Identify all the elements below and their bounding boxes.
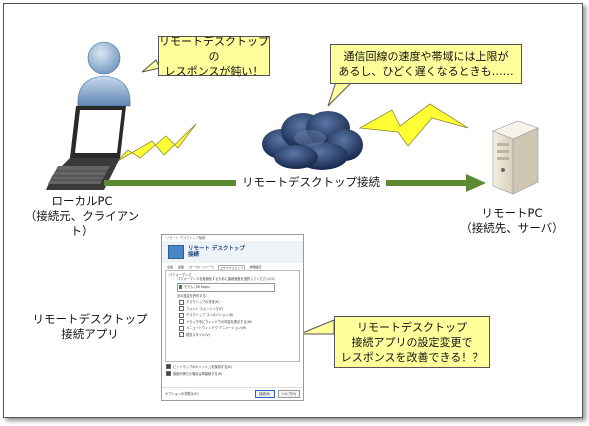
local-pc-role: （接続元、クライアント） [24,209,140,238]
app-label-line-2: 接続アプリ [61,327,119,341]
dialog-header-line-2: 接続 [188,252,200,258]
network-cloud-icon [262,111,363,170]
connection-label: リモートデスクトップ接続 [236,174,386,190]
local-response-callout: リモートデスクトップの レスポンスが鈍い！ [158,34,270,78]
remote-pc-role: （接続先、サーバ） [460,221,564,235]
allow-settings-label: 次の設定を許可する: [177,294,207,298]
connection-speed-select[interactable]: モデム (56 Kbps) [177,283,275,292]
app-callout-line-2: 接続アプリの設定変更で [351,335,473,349]
experience-option-label: メニューとウィンドウ アニメーション(M) [186,326,247,330]
experience-option-row[interactable]: デスクトップ コンポジション(D) [179,312,296,318]
monitor-icon [168,245,184,259]
network-limit-callout: 通信回線の速度や帯域には上限が あるし、ひどく遅くなるときも…… [330,44,522,84]
experience-option-label: デスクトップの背景(K) [186,300,220,304]
remote-pc-name: リモートPC [481,206,543,220]
speed-prompt: パフォーマンスを最適化するために接続速度を選択してください(O): [177,277,276,281]
app-label: リモートデスクトップ 接続アプリ [30,312,150,342]
experience-option-checkbox[interactable] [179,325,184,331]
experience-option-checkbox[interactable] [179,306,184,311]
experience-option-row[interactable]: メニューとウィンドウ アニメーション(M) [179,325,296,331]
tab-experience[interactable]: エクスペリエンス [217,265,246,270]
app-setting-callout: リモートデスクトップ 接続アプリの設定変更で レスポンスを改善できる！？ [334,316,490,368]
cache-option-row[interactable]: ビットマップのキャッシュを保持する(B) [166,364,303,369]
local-callout-line-2: レスポンスが鈍い！ [164,64,264,78]
experience-panel: パフォーマンス パフォーマンスを最適化するために接続速度を選択してください(O)… [165,270,300,362]
app-callout-line-1: リモートデスクトップ [357,320,467,334]
experience-option-checkbox[interactable] [179,332,184,337]
help-button[interactable]: ヘルプ(H) [277,390,300,398]
experience-option-label: フォント スムージング(F) [186,306,224,311]
experience-option-label: 視覚スタイル(V) [186,332,210,337]
lightning-bolt-left [115,123,197,163]
network-callout-line-2: あるし、ひどく遅くなるときも…… [338,65,514,78]
rdp-dialog-screenshot: リモート デスクトップ接続 リモート デスクトップ 接続 全般 画面 ローカル … [161,234,304,401]
tab-local-resources[interactable]: ローカル リソース [188,265,215,270]
hide-options-link[interactable]: オプションの非表示(O) [165,392,199,396]
cache-option-row[interactable]: 接続が落ちた場合は再接続する(R) [166,371,303,376]
cache-options: ビットマップのキャッシュを保持する(B) 接続が落ちた場合は再接続する(R) [162,364,303,376]
tab-display[interactable]: 画面 [177,265,185,270]
app-callout-line-3: レスポンスを改善できる！？ [340,350,484,364]
connect-button[interactable]: 接続(N) [255,390,275,398]
cache-option-label: ビットマップのキャッシュを保持する(B) [173,364,232,369]
user-icon [77,41,131,107]
local-callout-line-1: リモートデスクトップの [159,34,269,63]
network-callout-line-1: 通信回線の速度や帯域には上限が [343,50,509,63]
experience-option-label: ドラッグ中にウィンドウの内容を表示する(W) [186,319,253,324]
tab-general[interactable]: 全般 [166,265,174,270]
tab-advanced[interactable]: 詳細設定 [248,265,262,270]
experience-option-row[interactable]: 視覚スタイル(V) [179,332,296,337]
dialog-footer: オプションの非表示(O) 接続(N) ヘルプ(H) [162,387,303,400]
local-pc-label: ローカルPC （接続元、クライアント） [18,194,146,239]
server-icon [492,120,539,195]
diagram-canvas: リモートデスクトップの レスポンスが鈍い！ 通信回線の速度や帯域には上限が ある… [0,0,589,426]
experience-option-row[interactable]: ドラッグ中にウィンドウの内容を表示する(W) [179,319,296,324]
lightning-bolt-right [358,103,469,147]
dialog-header: リモート デスクトップ 接続 [162,241,303,263]
local-pc-name: ローカルPC [51,194,113,208]
laptop-icon [46,106,126,190]
dialog-tabs: 全般 画面 ローカル リソース エクスペリエンス 詳細設定 [162,263,303,270]
experience-option-label: デスクトップ コンポジション(D) [186,313,234,317]
network-callout-pointer [327,81,354,107]
app-label-line-1: リモートデスクトップ [32,312,148,326]
cache-option-checkbox[interactable] [166,364,171,369]
experience-options: デスクトップの背景(K) フォント スムージング(F) デスクトップ コンポジション… [169,299,296,337]
experience-option-checkbox[interactable] [179,312,184,318]
remote-pc-label: リモートPC （接続先、サーバ） [456,206,568,236]
experience-option-row[interactable]: フォント スムージング(F) [179,306,296,311]
app-callout-pointer [299,319,335,335]
cache-option-label: 接続が落ちた場合は再接続する(R) [173,371,223,376]
experience-option-checkbox[interactable] [179,319,184,324]
experience-option-checkbox[interactable] [179,299,184,305]
experience-option-row[interactable]: デスクトップの背景(K) [179,299,296,305]
cache-option-checkbox[interactable] [166,371,171,376]
